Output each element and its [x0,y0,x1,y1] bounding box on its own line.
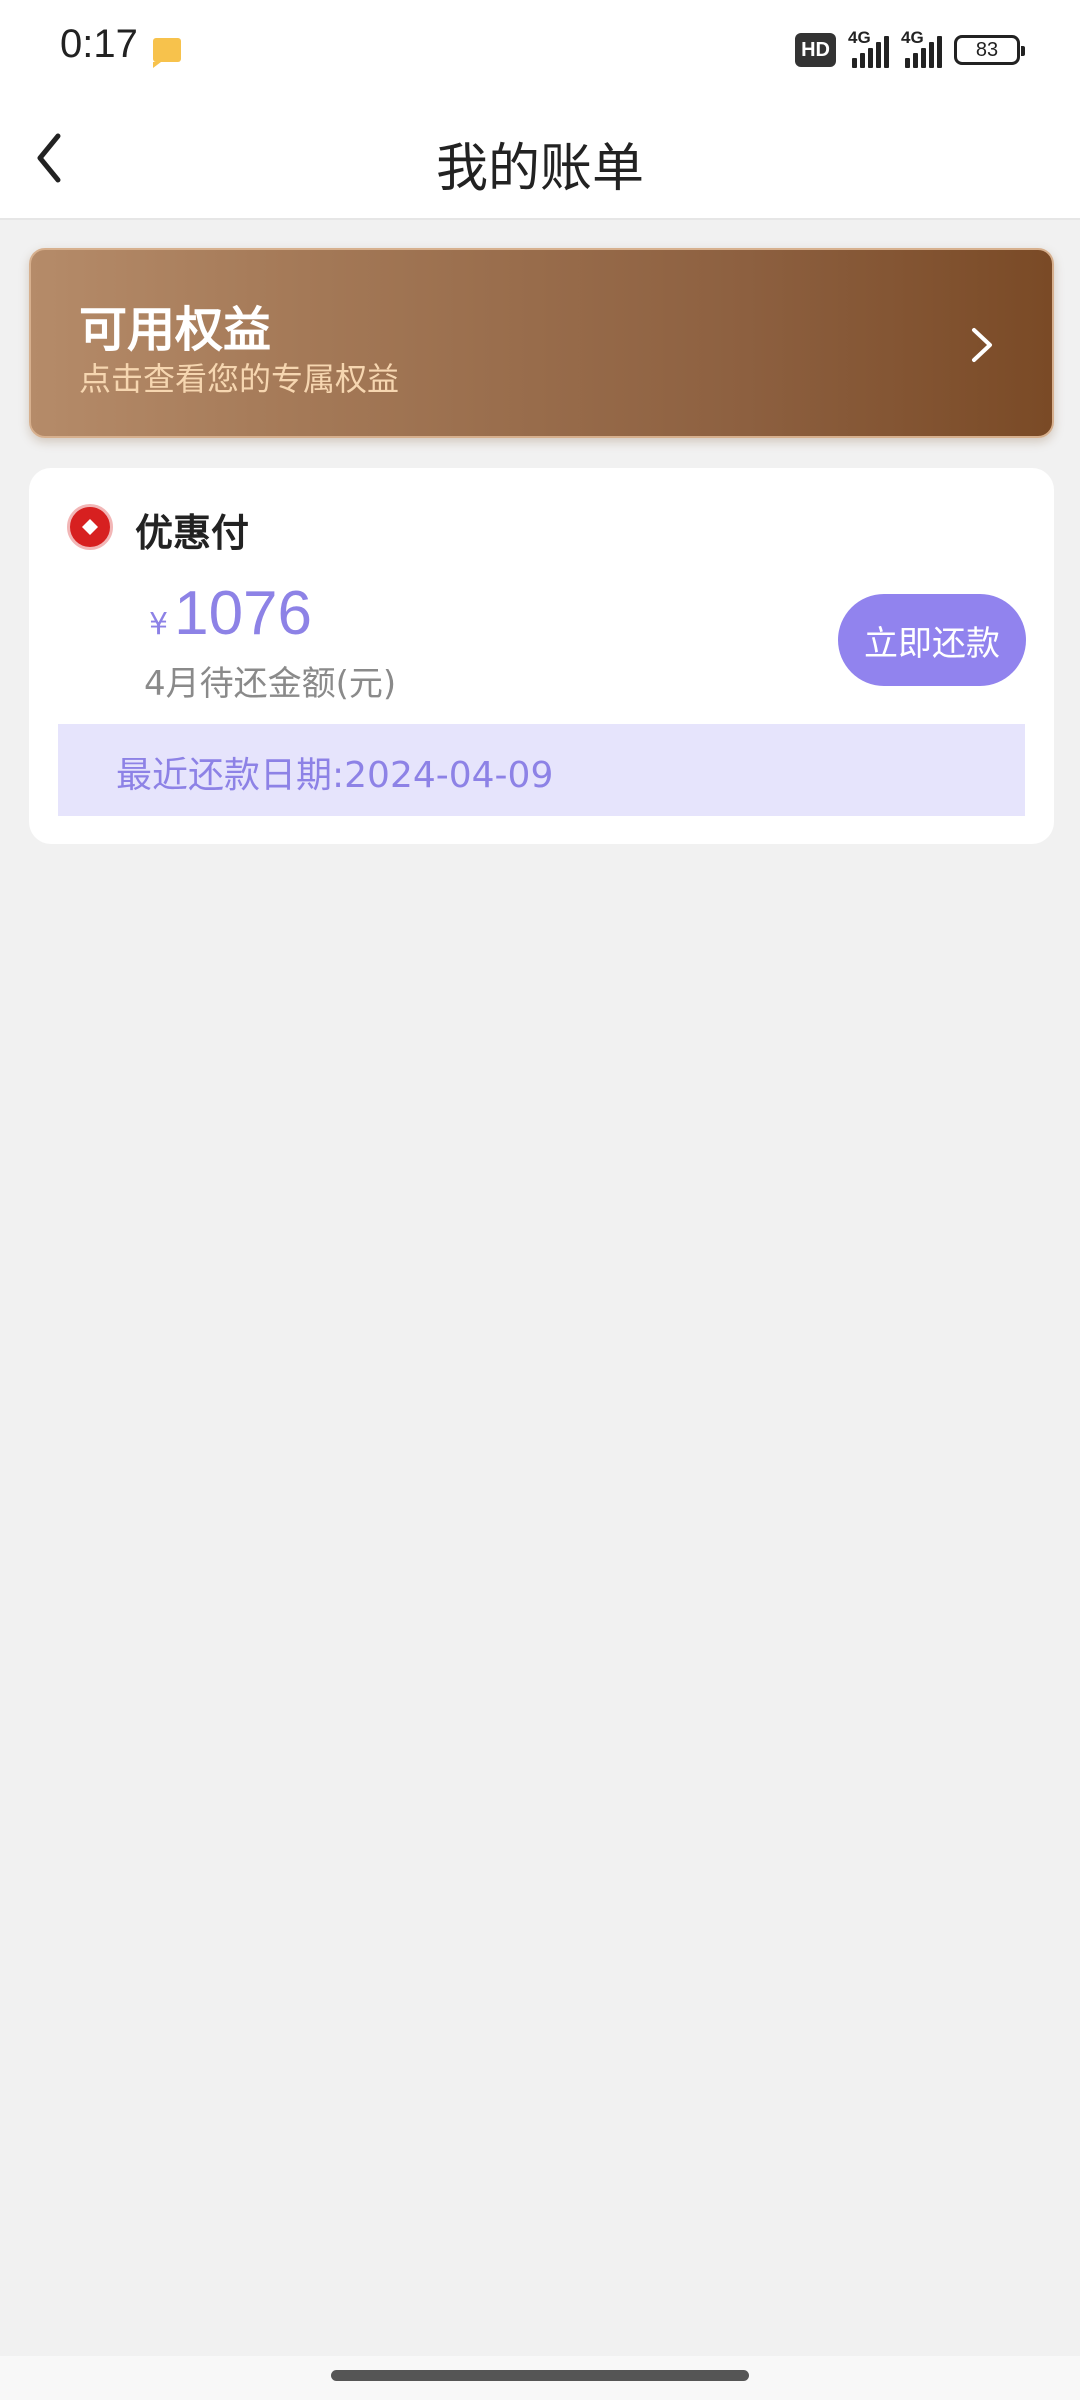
status-indicators: HD 4G 4G 83 [795,28,1025,70]
message-notification-icon [153,38,181,68]
chevron-right-icon [972,328,992,362]
status-time: 0:17 [60,22,138,66]
benefits-title: 可用权益 [79,302,272,358]
currency-symbol: ¥ [149,607,169,642]
repay-now-button[interactable]: 立即还款 [838,594,1026,686]
screen: 0:17 HD 4G 4G 83 我的账单 可用权益 点击查看您的专属权益 优惠… [0,0,1080,2400]
sim1-signal-icon: 4G [848,28,889,68]
battery-level: 83 [975,38,999,61]
benefits-banner[interactable]: 可用权益 点击查看您的专属权益 [29,248,1054,438]
sim2-network-label: 4G [901,28,924,47]
amount-label: 4月待还金额(元) [144,664,397,704]
due-date-bar: 最近还款日期:2024-04-09 [58,724,1025,816]
page-title: 我的账单 [435,139,644,199]
diamond-icon [82,519,98,535]
sim1-network-label: 4G [848,28,871,47]
due-amount: 1076 [174,579,313,648]
due-date-value: 2024-04-09 [344,755,554,796]
due-date-label: 最近还款日期: [116,755,345,796]
home-indicator[interactable] [331,2370,749,2381]
hd-voice-icon: HD [795,33,836,67]
status-bar: 0:17 HD 4G 4G 83 [0,0,1080,96]
header: 我的账单 [0,96,1080,220]
product-name: 优惠付 [135,511,250,555]
battery-icon: 83 [954,35,1025,65]
gesture-bar [0,2356,1080,2400]
amount-row: ¥ 1076 [149,578,312,649]
benefits-subtitle: 点击查看您的专属权益 [79,360,400,398]
sim2-signal-icon: 4G [901,28,942,68]
product-logo-icon [67,504,113,550]
bill-card: 优惠付 ¥ 1076 4月待还金额(元) 立即还款 最近还款日期:2024-04… [29,468,1054,844]
due-date-text: 最近还款日期:2024-04-09 [116,746,553,798]
